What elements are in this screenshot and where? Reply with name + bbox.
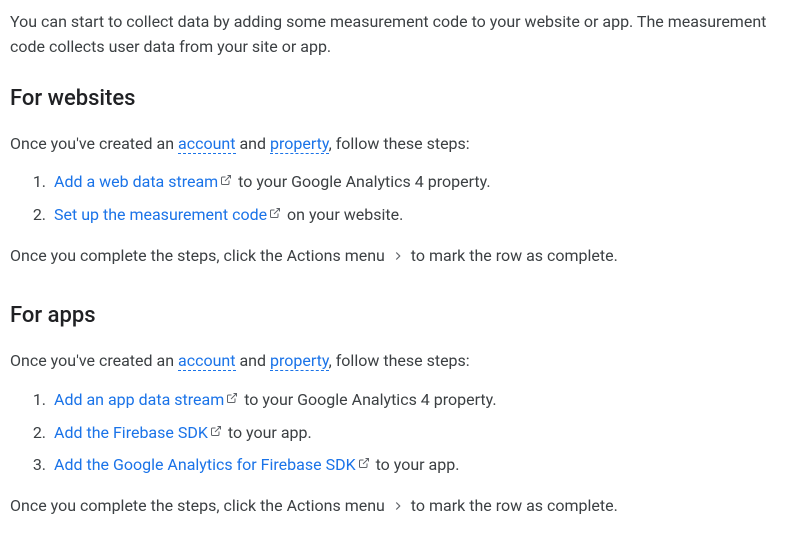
list-item: Add a web data stream to your Google Ana… xyxy=(50,170,790,195)
add-web-data-stream-link[interactable]: Add a web data stream xyxy=(54,172,218,191)
add-firebase-sdk-link[interactable]: Add the Firebase SDK xyxy=(54,423,208,442)
set-up-measurement-code-link[interactable]: Set up the measurement code xyxy=(54,205,267,224)
property-link[interactable]: property xyxy=(270,351,329,371)
websites-outro: Once you complete the steps, click the A… xyxy=(10,244,790,269)
apps-steps: Add an app data stream to your Google An… xyxy=(10,388,790,478)
external-link-icon xyxy=(226,392,238,404)
list-item: Set up the measurement code on your webs… xyxy=(50,203,790,228)
account-link[interactable]: account xyxy=(178,134,235,154)
intro-text: You can start to collect data by adding … xyxy=(10,10,790,60)
chevron-right-icon xyxy=(391,249,405,263)
apps-intro-post: , follow these steps: xyxy=(329,351,470,370)
chevron-right-icon xyxy=(391,499,405,513)
apps-intro-and: and xyxy=(236,351,271,370)
apps-outro-pre: Once you complete the steps, click the A… xyxy=(10,496,385,515)
websites-intro-post: , follow these steps: xyxy=(329,134,470,153)
property-link[interactable]: property xyxy=(270,134,329,154)
external-link-icon xyxy=(358,457,370,469)
websites-intro: Once you've created an account and prope… xyxy=(10,132,790,157)
external-link-icon xyxy=(220,174,232,186)
list-item: Add an app data stream to your Google An… xyxy=(50,388,790,413)
step-text: to your app. xyxy=(228,423,312,442)
apps-intro: Once you've created an account and prope… xyxy=(10,349,790,374)
account-link[interactable]: account xyxy=(178,351,235,371)
apps-outro: Once you complete the steps, click the A… xyxy=(10,494,790,519)
apps-intro-pre: Once you've created an xyxy=(10,351,178,370)
websites-outro-pre: Once you complete the steps, click the A… xyxy=(10,246,385,265)
step-text: to your app. xyxy=(376,455,460,474)
list-item: Add the Firebase SDK to your app. xyxy=(50,421,790,446)
websites-steps: Add a web data stream to your Google Ana… xyxy=(10,170,790,228)
step-text: on your website. xyxy=(287,205,403,224)
websites-heading: For websites xyxy=(10,82,790,116)
add-app-data-stream-link[interactable]: Add an app data stream xyxy=(54,390,224,409)
step-text: to your Google Analytics 4 property. xyxy=(244,390,496,409)
apps-heading: For apps xyxy=(10,299,790,333)
external-link-icon xyxy=(210,425,222,437)
websites-intro-pre: Once you've created an xyxy=(10,134,178,153)
add-ga-firebase-sdk-link[interactable]: Add the Google Analytics for Firebase SD… xyxy=(54,455,356,474)
apps-outro-post: to mark the row as complete. xyxy=(411,496,618,515)
external-link-icon xyxy=(269,207,281,219)
websites-outro-post: to mark the row as complete. xyxy=(411,246,618,265)
websites-intro-and: and xyxy=(236,134,271,153)
list-item: Add the Google Analytics for Firebase SD… xyxy=(50,453,790,478)
step-text: to your Google Analytics 4 property. xyxy=(238,172,490,191)
